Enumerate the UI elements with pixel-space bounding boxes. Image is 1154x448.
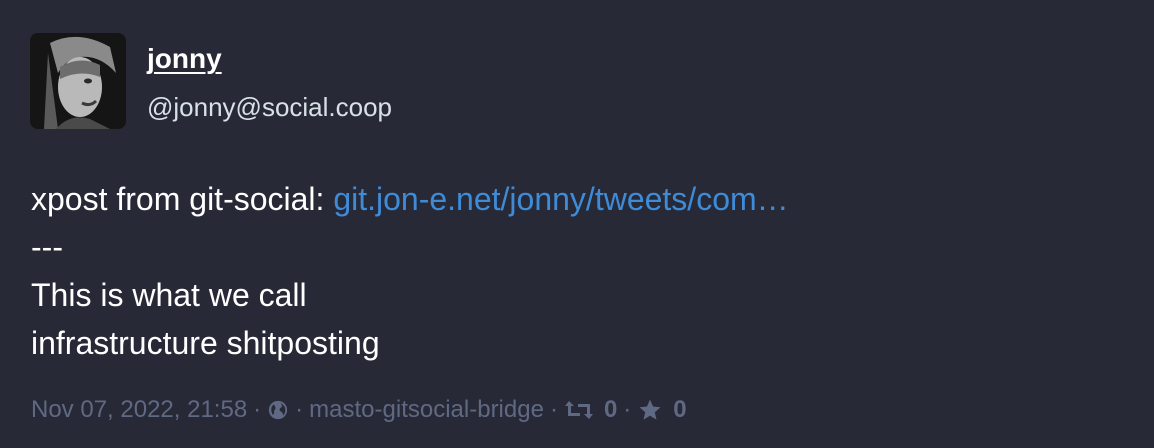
boost-count: 0 — [603, 396, 618, 423]
globe-icon — [267, 399, 289, 421]
content-line-4: infrastructure shitposting — [31, 325, 380, 361]
content-line-3: This is what we call — [31, 277, 307, 313]
timestamp-link[interactable]: Nov 07, 2022, 21:58 — [31, 395, 247, 425]
account-handle: @jonny@social.coop — [147, 92, 393, 122]
crosspost-link[interactable]: git.jon-e.net/jonny/tweets/com… — [333, 181, 788, 217]
content-line-1: xpost from git-social: git.jon-e.net/jon… — [31, 175, 1111, 223]
star-icon[interactable] — [637, 398, 663, 422]
display-name-link[interactable]: jonny — [147, 42, 222, 76]
status-content: xpost from git-social: git.jon-e.net/jon… — [31, 175, 1111, 367]
avatar[interactable] — [30, 33, 126, 129]
avatar-photo-icon — [30, 33, 126, 129]
application-link[interactable]: masto-gitsocial-bridge — [309, 395, 544, 425]
meta-separator: · — [295, 396, 304, 423]
content-prefix: xpost from git-social: — [31, 181, 334, 217]
content-separator: --- — [31, 229, 63, 265]
status-card: jonny @jonny@social.coop xpost from git-… — [0, 0, 1154, 448]
retweet-icon[interactable] — [564, 399, 594, 421]
meta-separator: · — [623, 396, 632, 423]
favourite-count: 0 — [673, 396, 687, 423]
meta-separator: · — [253, 396, 262, 423]
meta-separator: · — [549, 396, 558, 423]
status-meta: Nov 07, 2022, 21:58 · · masto-gitsocial-… — [31, 395, 687, 425]
